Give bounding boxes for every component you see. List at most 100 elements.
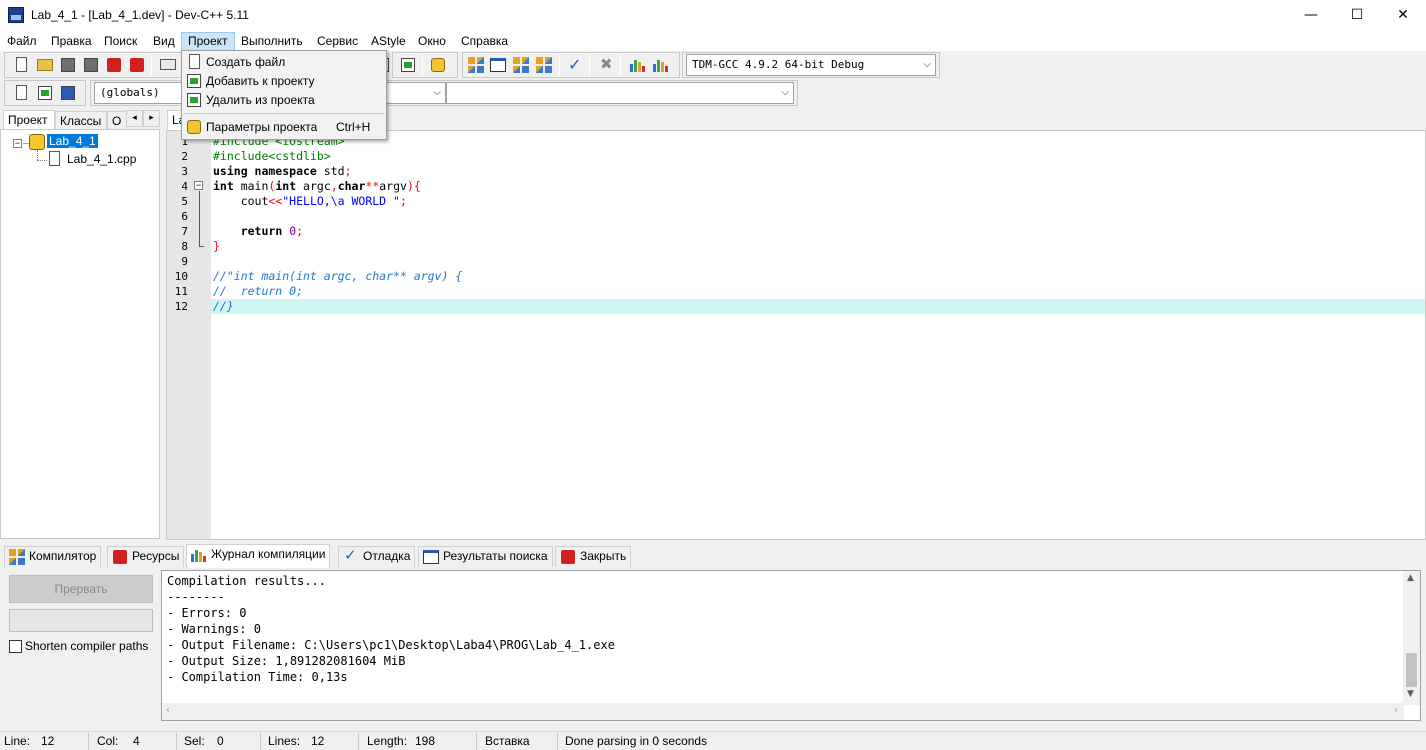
new-button[interactable]: [12, 55, 32, 75]
tab-close[interactable]: Закрыть: [555, 546, 632, 567]
scroll-left-icon[interactable]: ‹: [166, 705, 170, 716]
scroll-right-icon[interactable]: ›: [1394, 705, 1398, 716]
save-button[interactable]: [58, 55, 78, 75]
close-panel-icon: [560, 549, 576, 565]
status-divider: [557, 733, 558, 750]
menu-help[interactable]: Справка: [455, 32, 514, 51]
tab-search-results[interactable]: Результаты поиска: [418, 546, 553, 567]
tab-scroll-right-button[interactable]: ▸: [143, 110, 160, 127]
status-sel-label: Sel:: [184, 734, 205, 748]
tab-debug-panel[interactable]: ✓ Отладка: [338, 546, 416, 567]
menu-project[interactable]: Проект: [181, 32, 235, 51]
chevron-down-icon: ⌵: [781, 87, 789, 98]
menu-item-shortcut: Ctrl+H: [336, 120, 371, 134]
print-icon: [160, 59, 176, 70]
save-icon: [61, 58, 75, 72]
compile-run-button[interactable]: [511, 55, 531, 75]
print-button[interactable]: [158, 55, 178, 75]
menu-file[interactable]: Файл: [1, 32, 43, 51]
log-horizontal-scrollbar[interactable]: ‹ ›: [162, 703, 1404, 720]
chevron-down-icon: ⌵: [433, 87, 441, 98]
profile-button[interactable]: [627, 55, 647, 75]
tab-scroll-left-button[interactable]: ◂: [126, 110, 143, 127]
shorten-paths-checkbox[interactable]: [9, 640, 22, 653]
goto-declaration-button[interactable]: [12, 83, 32, 103]
code-line-11: // return 0;: [213, 284, 304, 298]
run-icon: [490, 58, 506, 72]
close-all-icon: [130, 58, 144, 72]
compile-log[interactable]: Compilation results... -------- - Errors…: [161, 570, 1421, 721]
stop-button[interactable]: ✖: [596, 55, 616, 75]
open-button[interactable]: [35, 55, 55, 75]
tree-expander[interactable]: −: [13, 139, 22, 148]
tab-compiler[interactable]: Компилятор: [4, 546, 102, 567]
menu-edit[interactable]: Правка: [45, 32, 98, 51]
code-line-7: return 0;: [240, 224, 304, 238]
tree-item-file[interactable]: Lab_4_1.cpp: [67, 152, 136, 166]
scroll-up-icon[interactable]: ▲: [1407, 573, 1414, 583]
debug-button[interactable]: ✓: [565, 55, 585, 75]
insert-button[interactable]: [58, 83, 78, 103]
tab-debug[interactable]: О: [107, 111, 127, 131]
log-line: - Warnings: 0: [167, 622, 261, 636]
declaration-icon: [16, 85, 27, 100]
compiler-grid-icon: [9, 549, 25, 565]
log-line: Compilation results...: [167, 574, 326, 588]
menu-search[interactable]: Поиск: [98, 32, 143, 51]
toolbar-separator: [422, 54, 423, 76]
delete-profile-button[interactable]: [650, 55, 670, 75]
log-scroll-thumb[interactable]: [1406, 653, 1417, 687]
close-all-button[interactable]: [127, 55, 147, 75]
log-vertical-scrollbar[interactable]: ▲: [1403, 571, 1420, 705]
status-divider: [260, 733, 261, 750]
compiler-select-value: TDM-GCC 4.9.2 64-bit Debug: [692, 58, 865, 71]
remove-project-file-button[interactable]: [398, 55, 418, 75]
current-line-highlight: [211, 299, 1425, 314]
tab-label: Результаты поиска: [443, 549, 548, 563]
menu-tools[interactable]: Сервис: [311, 32, 364, 51]
menu-item-project-options[interactable]: Параметры проекта Ctrl+H: [182, 118, 386, 137]
menu-window[interactable]: Окно: [412, 32, 452, 51]
status-lines-value: 12: [311, 734, 325, 748]
menu-bar: Файл Правка Поиск Вид Проект Выполнить С…: [0, 31, 1426, 51]
run-button[interactable]: [488, 55, 508, 75]
minimize-button[interactable]: —: [1288, 0, 1334, 31]
tab-classes[interactable]: Классы: [55, 111, 107, 131]
line-number: 9: [181, 255, 188, 268]
project-options-icon: [431, 58, 445, 72]
abort-compilation-button[interactable]: Прервать: [9, 575, 153, 603]
tab-compile-log[interactable]: Журнал компиляции: [186, 544, 331, 568]
rebuild-button[interactable]: [534, 55, 554, 75]
menu-run[interactable]: Выполнить: [235, 32, 309, 51]
tree-item-project[interactable]: Lab_4_1: [47, 134, 98, 148]
toolbar-separator: [151, 54, 152, 76]
compiler-select[interactable]: TDM-GCC 4.9.2 64-bit Debug ⌵: [686, 54, 936, 76]
project-options-button[interactable]: [428, 55, 448, 75]
menu-item-add-to-project[interactable]: Добавить к проекту: [182, 72, 386, 91]
close-file-button[interactable]: [104, 55, 124, 75]
menu-view[interactable]: Вид: [147, 32, 181, 51]
line-number: 4: [181, 180, 188, 193]
status-message: Done parsing in 0 seconds: [565, 734, 708, 748]
toolbar-separator: [589, 54, 590, 76]
symbol-select[interactable]: ⌵: [446, 82, 794, 104]
menu-astyle[interactable]: AStyle: [365, 32, 412, 51]
tab-label: Закрыть: [580, 549, 627, 563]
fold-toggle[interactable]: −: [194, 181, 203, 190]
tree-line: [37, 160, 47, 161]
code-editor[interactable]: 1 2 3 4 5 6 7 8 9 10 11 12 − #include <i…: [166, 130, 1426, 540]
tab-project[interactable]: Проект: [3, 110, 55, 130]
fold-line: [199, 191, 200, 246]
log-line: - Output Filename: C:\Users\pc1\Desktop\…: [167, 638, 615, 652]
menu-item-remove-from-project[interactable]: Удалить из проекта: [182, 91, 386, 110]
tab-resources[interactable]: Ресурсы: [107, 546, 185, 567]
compile-button[interactable]: [466, 55, 486, 75]
maximize-button[interactable]: ☐: [1334, 0, 1380, 31]
goto-definition-button[interactable]: [35, 83, 55, 103]
close-button[interactable]: ✕: [1380, 0, 1426, 31]
devcpp-app-icon[interactable]: [8, 7, 24, 23]
search-results-icon: [423, 549, 439, 565]
scroll-down-button[interactable]: ▼: [1403, 687, 1420, 705]
menu-item-new-file[interactable]: Создать файл: [182, 53, 386, 72]
save-all-button[interactable]: [81, 55, 101, 75]
